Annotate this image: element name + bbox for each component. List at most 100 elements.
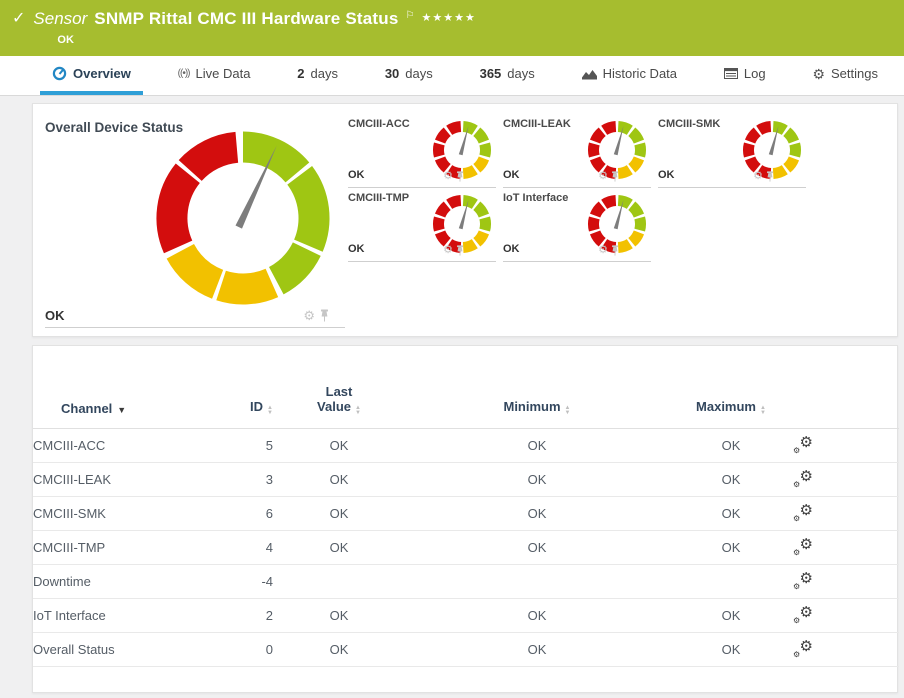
channel-settings-button[interactable]: ⚙ ⚙: [793, 434, 813, 455]
channel-name-cell: CMCIII-LEAK: [33, 462, 211, 497]
channel-settings-cell: ⚙ ⚙: [793, 632, 899, 667]
column-header-channel[interactable]: Channel ▼: [33, 378, 211, 429]
maximum-cell: OK: [669, 462, 793, 497]
channel-name-cell: Overall Status: [33, 632, 211, 667]
prtg-sensor-page: ✓ Sensor SNMP Rittal CMC III Hardware St…: [0, 0, 904, 698]
sort-desc-arrow: ▼: [355, 410, 361, 416]
minimum-cell: OK: [405, 598, 669, 633]
channel-name-cell: Downtime: [33, 564, 211, 599]
maximum-cell: OK: [669, 496, 793, 531]
tab-live-data[interactable]: ((•)) Live Data: [166, 56, 263, 95]
channel-id-cell: 3: [211, 462, 273, 497]
sort-desc-arrow: ▼: [267, 410, 273, 416]
tab-number: 365: [479, 66, 502, 81]
column-header-gear: [793, 378, 899, 429]
tab-30-days[interactable]: 30 days: [373, 56, 445, 95]
gear-icon[interactable]: ⚙: [598, 244, 608, 256]
sensor-titles: Sensor SNMP Rittal CMC III Hardware Stat…: [33, 8, 475, 47]
tab-number: 30: [384, 66, 400, 81]
sort-icon: ▲ ▼: [760, 405, 766, 416]
column-header-min[interactable]: Minimum ▲ ▼: [405, 378, 669, 429]
column-header-last[interactable]: Last Value ▲ ▼: [273, 378, 405, 429]
gear-icon[interactable]: ⚙: [598, 170, 608, 182]
priority-stars[interactable]: ★★★★★: [422, 7, 476, 29]
gear-glyph: ⚙: [812, 65, 825, 82]
gauge-tile-cmciii-leak: CMCIII-LEAK OK ⚙: [503, 114, 651, 188]
overall-status-gauge: [153, 128, 333, 308]
last-value-cell: OK: [273, 632, 405, 667]
gear-icon[interactable]: ⚙: [303, 309, 315, 322]
minimum-cell: OK: [405, 632, 669, 667]
tab-label: days: [507, 66, 535, 81]
tile-icons: ⚙: [598, 170, 619, 182]
channel-settings-button[interactable]: ⚙ ⚙: [793, 502, 813, 523]
tab-365-days[interactable]: 365 days: [468, 56, 547, 95]
tab-overview[interactable]: Overview: [40, 56, 143, 95]
tile-status: OK: [503, 243, 520, 255]
tab-label: Historic Data: [602, 66, 678, 81]
overall-tile-status: OK: [45, 308, 65, 323]
tile-icons: ⚙: [443, 170, 464, 182]
tab-label: Settings: [830, 66, 878, 81]
last-value-cell: OK: [273, 496, 405, 531]
pin-icon[interactable]: [320, 309, 329, 322]
gear-icon[interactable]: ⚙: [753, 170, 763, 182]
last-value-cell: OK: [273, 530, 405, 565]
pin-icon[interactable]: [456, 244, 464, 256]
channel-settings-cell: ⚙ ⚙: [793, 496, 899, 531]
column-header-max[interactable]: Maximum ▲ ▼: [669, 378, 793, 429]
gear-icon[interactable]: ⚙: [443, 244, 453, 256]
pin-icon[interactable]: [611, 244, 619, 256]
channel-settings-cell: ⚙ ⚙: [793, 564, 899, 599]
table-row: CMCIII-TMP 4 OK OK OK ⚙ ⚙: [33, 530, 899, 565]
sort-desc-arrow: ▼: [760, 410, 766, 416]
channel-settings-button[interactable]: ⚙ ⚙: [793, 468, 813, 489]
minimum-cell: OK: [405, 496, 669, 531]
sort-desc-arrow: ▼: [564, 410, 571, 416]
sort-icon: ▲ ▼: [355, 405, 361, 416]
gear-icon: ⚙: [812, 67, 825, 81]
gear-icon[interactable]: ⚙: [443, 170, 453, 182]
channels-table: Channel ▼ ID ▲ ▼ Last Value ▲ ▼ Minimum ▲ ▼ Maximum ▲…: [33, 378, 899, 667]
channel-settings-button[interactable]: ⚙ ⚙: [793, 638, 813, 659]
pin-icon[interactable]: [766, 170, 774, 182]
channel-name-cell: CMCIII-SMK: [33, 496, 211, 531]
channel-id-cell: 0: [211, 632, 273, 667]
pin-icon[interactable]: [456, 170, 464, 182]
gauges-panel: Overall Device Status OK ⚙ CMCIII-ACC OK ⚙…: [32, 103, 898, 337]
channel-settings-cell: ⚙ ⚙: [793, 598, 899, 633]
header-label: Maximum: [696, 399, 756, 414]
tile-icons: ⚙: [443, 244, 464, 256]
channel-settings-cell: ⚙ ⚙: [793, 462, 899, 497]
tile-title: IoT Interface: [503, 192, 569, 204]
tab-log[interactable]: Log: [712, 56, 778, 95]
gauge-tile-cmciii-tmp: CMCIII-TMP OK ⚙: [348, 188, 496, 262]
tile-icons: ⚙: [753, 170, 774, 182]
tab-label: days: [405, 66, 433, 81]
channel-settings-button[interactable]: ⚙ ⚙: [793, 604, 813, 625]
channel-id-cell: -4: [211, 564, 273, 599]
tile-icons: ⚙: [598, 244, 619, 256]
tab-2-days[interactable]: 2 days: [285, 56, 350, 95]
header-line: Last: [325, 384, 353, 399]
tile-status: OK: [348, 243, 365, 255]
tab-number: 2: [297, 66, 305, 81]
gear-icon-small: ⚙: [793, 480, 801, 489]
tile-status: OK: [658, 169, 675, 181]
channel-settings-button[interactable]: ⚙ ⚙: [793, 570, 813, 591]
gear-icon-small: ⚙: [793, 616, 801, 625]
tab-historic-data[interactable]: Historic Data: [570, 56, 689, 95]
minimum-cell: OK: [405, 428, 669, 463]
last-value-cell: [273, 564, 405, 599]
channel-settings-button[interactable]: ⚙ ⚙: [793, 536, 813, 557]
tile-status: OK: [348, 169, 365, 181]
flag-icon[interactable]: ⚐: [406, 5, 415, 27]
table-row: Downtime -4 ⚙ ⚙: [33, 564, 899, 599]
tab-settings[interactable]: ⚙ Settings: [800, 56, 890, 95]
channel-name-cell: CMCIII-ACC: [33, 428, 211, 463]
gauge-tile-iot-interface: IoT Interface OK ⚙: [503, 188, 651, 262]
column-header-id[interactable]: ID ▲ ▼: [211, 378, 273, 429]
channel-settings-cell: ⚙ ⚙: [793, 428, 899, 463]
pin-icon[interactable]: [611, 170, 619, 182]
tab-label: Overview: [73, 66, 131, 81]
